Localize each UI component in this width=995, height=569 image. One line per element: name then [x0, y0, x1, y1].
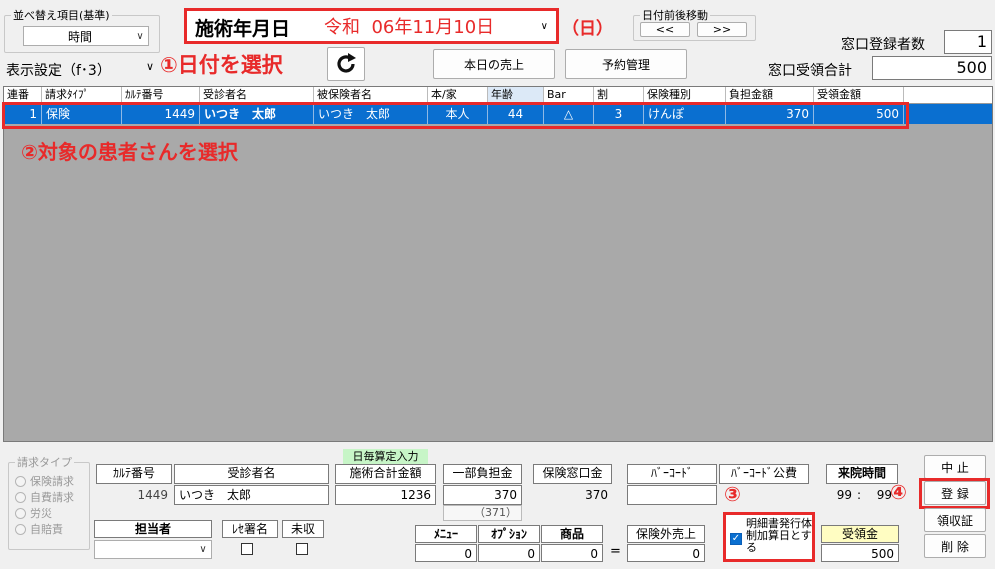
display-settings-chevron-icon[interactable]: ∨ — [146, 60, 154, 73]
partial-burden-field: 370 — [443, 485, 522, 505]
prev-date-button[interactable]: << — [640, 22, 690, 37]
sort-select-value: 時間 — [67, 29, 92, 44]
total-received-field: 500 — [872, 56, 992, 80]
patient-label: 受診者名 — [174, 464, 329, 484]
cancel-button[interactable]: 中 止 — [924, 455, 986, 479]
visit-time-label: 来院時間 — [826, 464, 898, 484]
refresh-icon — [337, 53, 356, 73]
annotation-step2: ②対象の患者さんを選択 — [21, 140, 238, 164]
col-patient[interactable]: 受診者名 — [200, 87, 314, 103]
total-amount-field: 1236 — [335, 485, 436, 505]
annotation-step3: ③ — [724, 482, 741, 506]
barcode-public-label: ﾊﾞｰｺｰﾄﾞ公費 — [719, 464, 809, 484]
barcode-field[interactable] — [627, 485, 717, 505]
equals-sign: = — [610, 544, 621, 559]
col-burden[interactable]: 負担金額 — [726, 87, 814, 103]
registered-count-label: 窓口登録者数 — [841, 37, 925, 53]
staff-select[interactable]: ∨ — [94, 540, 212, 559]
detail-label: 明細書発行体制加算日とする — [746, 517, 812, 554]
chevron-down-icon: ∨ — [199, 544, 207, 555]
received-label: 受領金 — [821, 525, 899, 543]
chart-no-value: 1449 — [137, 488, 168, 502]
total-received-label: 窓口受領合計 — [768, 63, 852, 79]
date-select[interactable]: 令和 06年11月10日 ∨ — [324, 12, 554, 40]
visit-hour[interactable]: 99 — [826, 486, 852, 504]
rece-sign-label: ﾚｾ署名 — [222, 520, 278, 538]
option-label: ｵﾌﾟｼｮﾝ — [478, 525, 540, 543]
rece-sign-checkbox[interactable] — [241, 543, 253, 555]
registered-count-field: 1 — [944, 30, 992, 54]
option-field: 0 — [478, 544, 540, 562]
partial-burden-sub: （371） — [443, 505, 522, 521]
refresh-button[interactable] — [327, 47, 365, 81]
visit-minute[interactable]: 99 — [866, 486, 892, 504]
annotation-step1: ①日付を選択 — [160, 53, 283, 77]
col-insured[interactable]: 被保険者名 — [314, 87, 428, 103]
date-label: 施術年月日 — [195, 18, 291, 40]
col-chart-no[interactable]: ｶﾙﾃ番号 — [122, 87, 200, 103]
patient-field: いつき 太郎 — [174, 485, 329, 505]
barcode-label: ﾊﾞｰｺｰﾄﾞ — [627, 464, 717, 484]
daily-calc-label[interactable]: 日毎算定入力 — [343, 449, 428, 464]
col-claim-type[interactable]: 請求ﾀｲﾌﾟ — [42, 87, 122, 103]
chevron-down-icon: ∨ — [540, 20, 548, 32]
chart-no-label: ｶﾙﾃ番号 — [96, 464, 172, 484]
delete-button[interactable]: 削 除 — [924, 534, 986, 558]
product-field: 0 — [541, 544, 603, 562]
unpaid-checkbox[interactable] — [296, 543, 308, 555]
col-age[interactable]: 年齢 — [488, 87, 544, 103]
chevron-down-icon: ∨ — [136, 30, 144, 42]
receipt-button[interactable]: 領収証 — [924, 508, 986, 532]
sort-label: 並べ替え項目(基準) — [11, 9, 112, 22]
next-date-button[interactable]: >> — [697, 22, 747, 37]
total-amount-label: 施術合計金額 — [335, 464, 436, 484]
col-ratio[interactable]: 割 — [594, 87, 644, 103]
radio-auto-liability[interactable]: 自賠責 — [15, 521, 74, 537]
menu-field: 0 — [415, 544, 477, 562]
register-highlight — [919, 478, 990, 509]
date-nav-label: 日付前後移動 — [640, 9, 710, 22]
partial-burden-label: 一部負担金 — [443, 464, 522, 484]
insurance-window-value: 370 — [585, 488, 608, 502]
sort-group: 並べ替え項目(基準) 時間 ∨ — [4, 9, 160, 53]
display-settings-label[interactable]: 表示設定（f･3） — [6, 60, 111, 80]
row-highlight — [2, 102, 909, 129]
insurance-window-label: 保険窓口金 — [533, 464, 612, 484]
col-main-family[interactable]: 本/家 — [428, 87, 488, 103]
radio-workers-comp[interactable]: 労災 — [15, 505, 74, 521]
outside-sales-field: 0 — [627, 544, 705, 562]
radio-self-pay[interactable]: 自費請求 — [15, 489, 74, 505]
col-seq[interactable]: 連番 — [4, 87, 42, 103]
visit-sep: : — [857, 488, 862, 502]
reservation-button[interactable]: 予約管理 — [565, 49, 687, 79]
radio-insurance[interactable]: 保険請求 — [15, 473, 74, 489]
detail-checkbox[interactable]: ✓ — [730, 533, 742, 545]
menu-label: ﾒﾆｭｰ — [415, 525, 477, 543]
received-field: 500 — [821, 544, 899, 562]
date-value: 令和 06年11月10日 — [324, 17, 495, 38]
unpaid-label: 未収 — [282, 520, 324, 538]
annotation-step4: ④ — [890, 480, 907, 504]
weekday-label: （日） — [562, 19, 613, 39]
col-received[interactable]: 受領金額 — [814, 87, 904, 103]
outside-sales-label: 保険外売上 — [627, 525, 705, 543]
today-sales-button[interactable]: 本日の売上 — [433, 49, 555, 79]
claim-type-group: 請求タイプ 保険請求 自費請求 労災 自賠責 — [8, 456, 90, 550]
staff-label: 担当者 — [94, 520, 212, 538]
col-insurance-type[interactable]: 保険種別 — [644, 87, 726, 103]
col-bar[interactable]: Bar — [544, 87, 594, 103]
sort-select[interactable]: 時間 ∨ — [23, 26, 149, 46]
claim-type-label: 請求タイプ — [15, 456, 74, 469]
product-label: 商品 — [541, 525, 603, 543]
